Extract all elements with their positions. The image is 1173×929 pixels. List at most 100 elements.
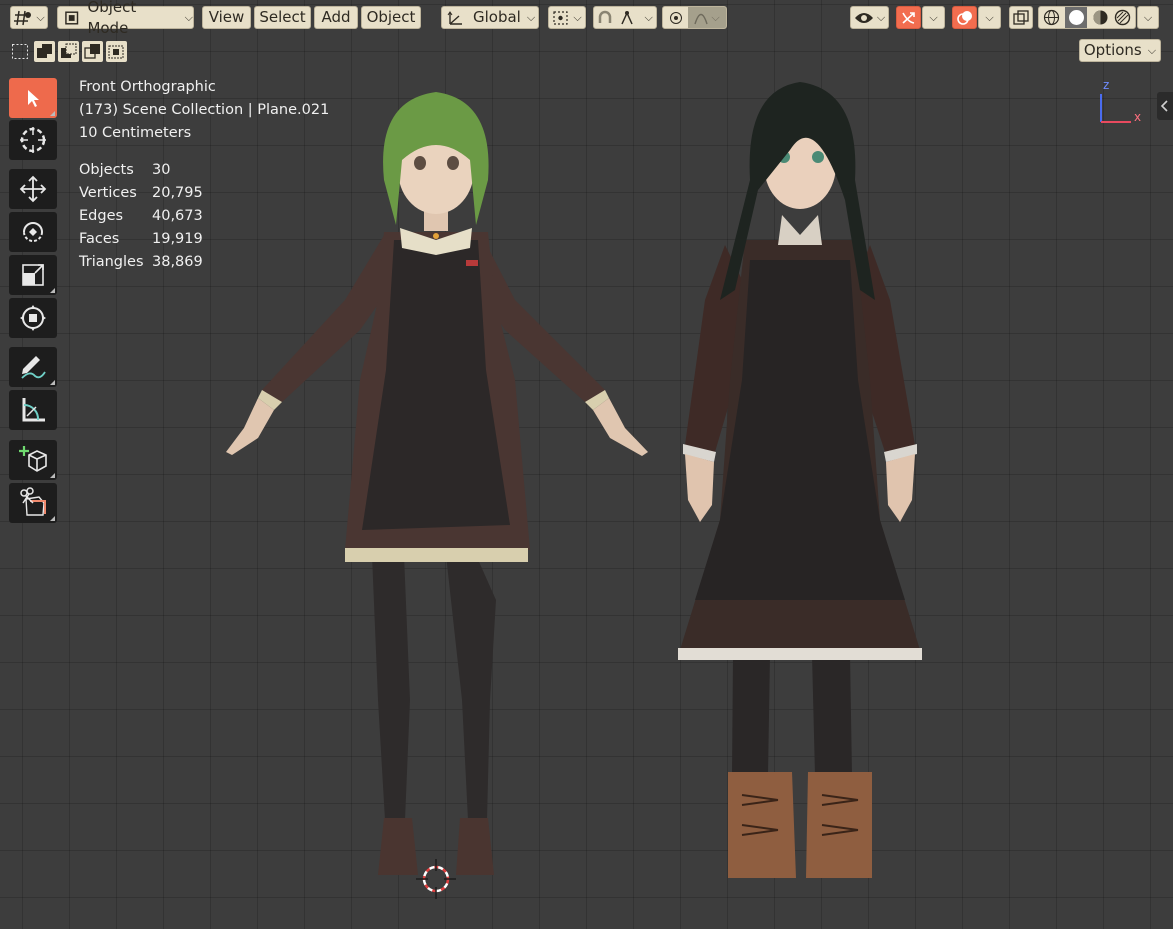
menu-view-label: View [208,8,245,26]
gizmo-z-label: z [1103,78,1109,92]
tool-measure[interactable] [9,390,57,430]
select-intersect-icon [108,45,124,59]
grid-hash-icon [14,10,32,25]
axis-gizmo[interactable]: z x [1093,76,1148,128]
character-black-hair-model[interactable] [670,80,940,880]
annotate-pencil-icon [21,356,46,379]
select-new-mode[interactable] [10,41,31,62]
object-mode-icon [65,10,79,25]
tool-scale[interactable] [9,255,57,295]
shading-options-dropdown[interactable]: ⌵ [1137,6,1159,29]
chevron-down-icon: ⌵ [929,11,938,24]
tool-add-cube[interactable] [9,440,57,480]
sidebar-toggle-tab[interactable] [1157,92,1173,120]
rendered-shading-icon[interactable] [1114,9,1131,26]
wireframe-shading-icon[interactable] [1043,9,1060,26]
select-extend-mode[interactable] [34,41,55,62]
chevron-down-icon: ⌵ [526,11,536,24]
stat-vertices-value: 20,795 [152,185,203,201]
select-invert-icon [84,44,100,59]
measure-ruler-icon [22,398,45,422]
stat-edges-value: 40,673 [152,208,203,224]
pivot-icon [553,10,568,25]
menu-object-label: Object [366,8,416,26]
stat-vertices-label: Vertices [79,185,137,201]
visibility-dropdown[interactable]: ⌵ [850,6,889,29]
select-subtract-mode[interactable] [58,41,79,62]
gizmo-x-label: x [1134,110,1141,124]
chevron-down-icon: ⌵ [1143,11,1153,24]
gizmo-arrows-icon [901,11,915,24]
falloff-curve-icon [694,13,708,24]
solid-shading-button[interactable] [1065,7,1088,28]
snapping-group[interactable]: ⌵ [593,6,657,29]
snap-toggle-icon[interactable] [597,10,613,26]
tool-annotate[interactable] [9,347,57,387]
mode-dropdown[interactable]: Object Mode ⌵ [57,0,194,37]
menu-select-label: Select [259,8,306,26]
editor-type-dropdown[interactable]: ⌵ [10,6,48,29]
select-intersect-mode[interactable] [106,41,127,62]
proportional-edit-group[interactable]: ⌵ [662,6,727,29]
tool-move[interactable] [9,169,57,209]
options-dropdown[interactable]: Options ⌵ [1079,39,1161,62]
xray-icon [1013,9,1029,25]
stat-triangles-label: Triangles [79,254,144,270]
3d-cursor-marker[interactable] [414,857,458,901]
tool-rotate[interactable] [9,212,57,252]
view-name: Front Orthographic [79,79,216,95]
rotate-icon [23,222,43,242]
stat-faces-value: 19,919 [152,231,203,247]
show-overlays-toggle[interactable] [952,6,977,29]
chevron-left-icon [1160,100,1168,112]
proportional-edit-toggle[interactable] [663,7,688,28]
solid-shading-icon [1068,10,1084,25]
grid-scale: 10 Centimeters [79,125,192,141]
stat-edges-label: Edges [79,208,124,224]
chevron-down-icon: ⌵ [985,11,994,24]
mode-label: Object Mode [87,0,137,37]
menu-select[interactable]: Select [254,6,311,29]
snap-target-icon[interactable] [619,10,635,26]
shading-mode-group[interactable] [1038,6,1136,29]
orientation-label: Global [473,8,521,26]
chevron-down-icon: ⌵ [644,11,653,24]
xray-toggle[interactable] [1009,6,1033,29]
tool-cut[interactable] [9,483,57,523]
stat-objects-label: Objects [79,162,134,178]
show-gizmo-toggle[interactable] [896,6,921,29]
chevron-down-icon: ⌵ [711,11,720,24]
tool-select-box[interactable] [9,78,57,118]
tool-cursor[interactable] [9,120,57,160]
character-green-hair-model[interactable] [210,80,670,890]
select-extend-icon [37,44,52,58]
gizmo-options-dropdown[interactable]: ⌵ [922,6,945,29]
stat-objects-value: 30 [152,162,171,178]
chevron-down-icon: ⌵ [573,11,582,24]
select-subtract-icon [61,43,77,58]
tool-transform[interactable] [9,298,57,338]
add-cube-icon [19,446,47,472]
orientation-axes-icon [447,10,462,25]
scale-icon [22,264,44,286]
menu-view[interactable]: View [202,6,251,29]
overlays-options-dropdown[interactable]: ⌵ [978,6,1001,29]
transform-orientation-dropdown[interactable]: Global ⌵ [441,6,539,29]
chevron-down-icon: ⌵ [876,11,886,24]
proportional-edit-icon [669,11,682,24]
options-label: Options [1083,41,1142,59]
pivot-point-dropdown[interactable]: ⌵ [548,6,586,29]
stat-triangles-value: 38,869 [152,254,203,270]
menu-object[interactable]: Object [361,6,421,29]
menu-add[interactable]: Add [314,6,358,29]
chevron-down-icon: ⌵ [1147,44,1157,57]
chevron-down-icon: ⌵ [184,11,193,24]
select-new-icon [12,44,28,59]
select-invert-mode[interactable] [82,41,103,62]
stat-faces-label: Faces [79,231,120,247]
falloff-dropdown[interactable]: ⌵ [688,7,726,28]
cursor-arrow-icon [28,90,39,107]
overlays-icon [956,10,972,25]
3d-viewport[interactable]: ⌵ Object Mode ⌵ View Select Add Object G… [0,0,1173,929]
material-preview-icon[interactable] [1092,9,1109,26]
